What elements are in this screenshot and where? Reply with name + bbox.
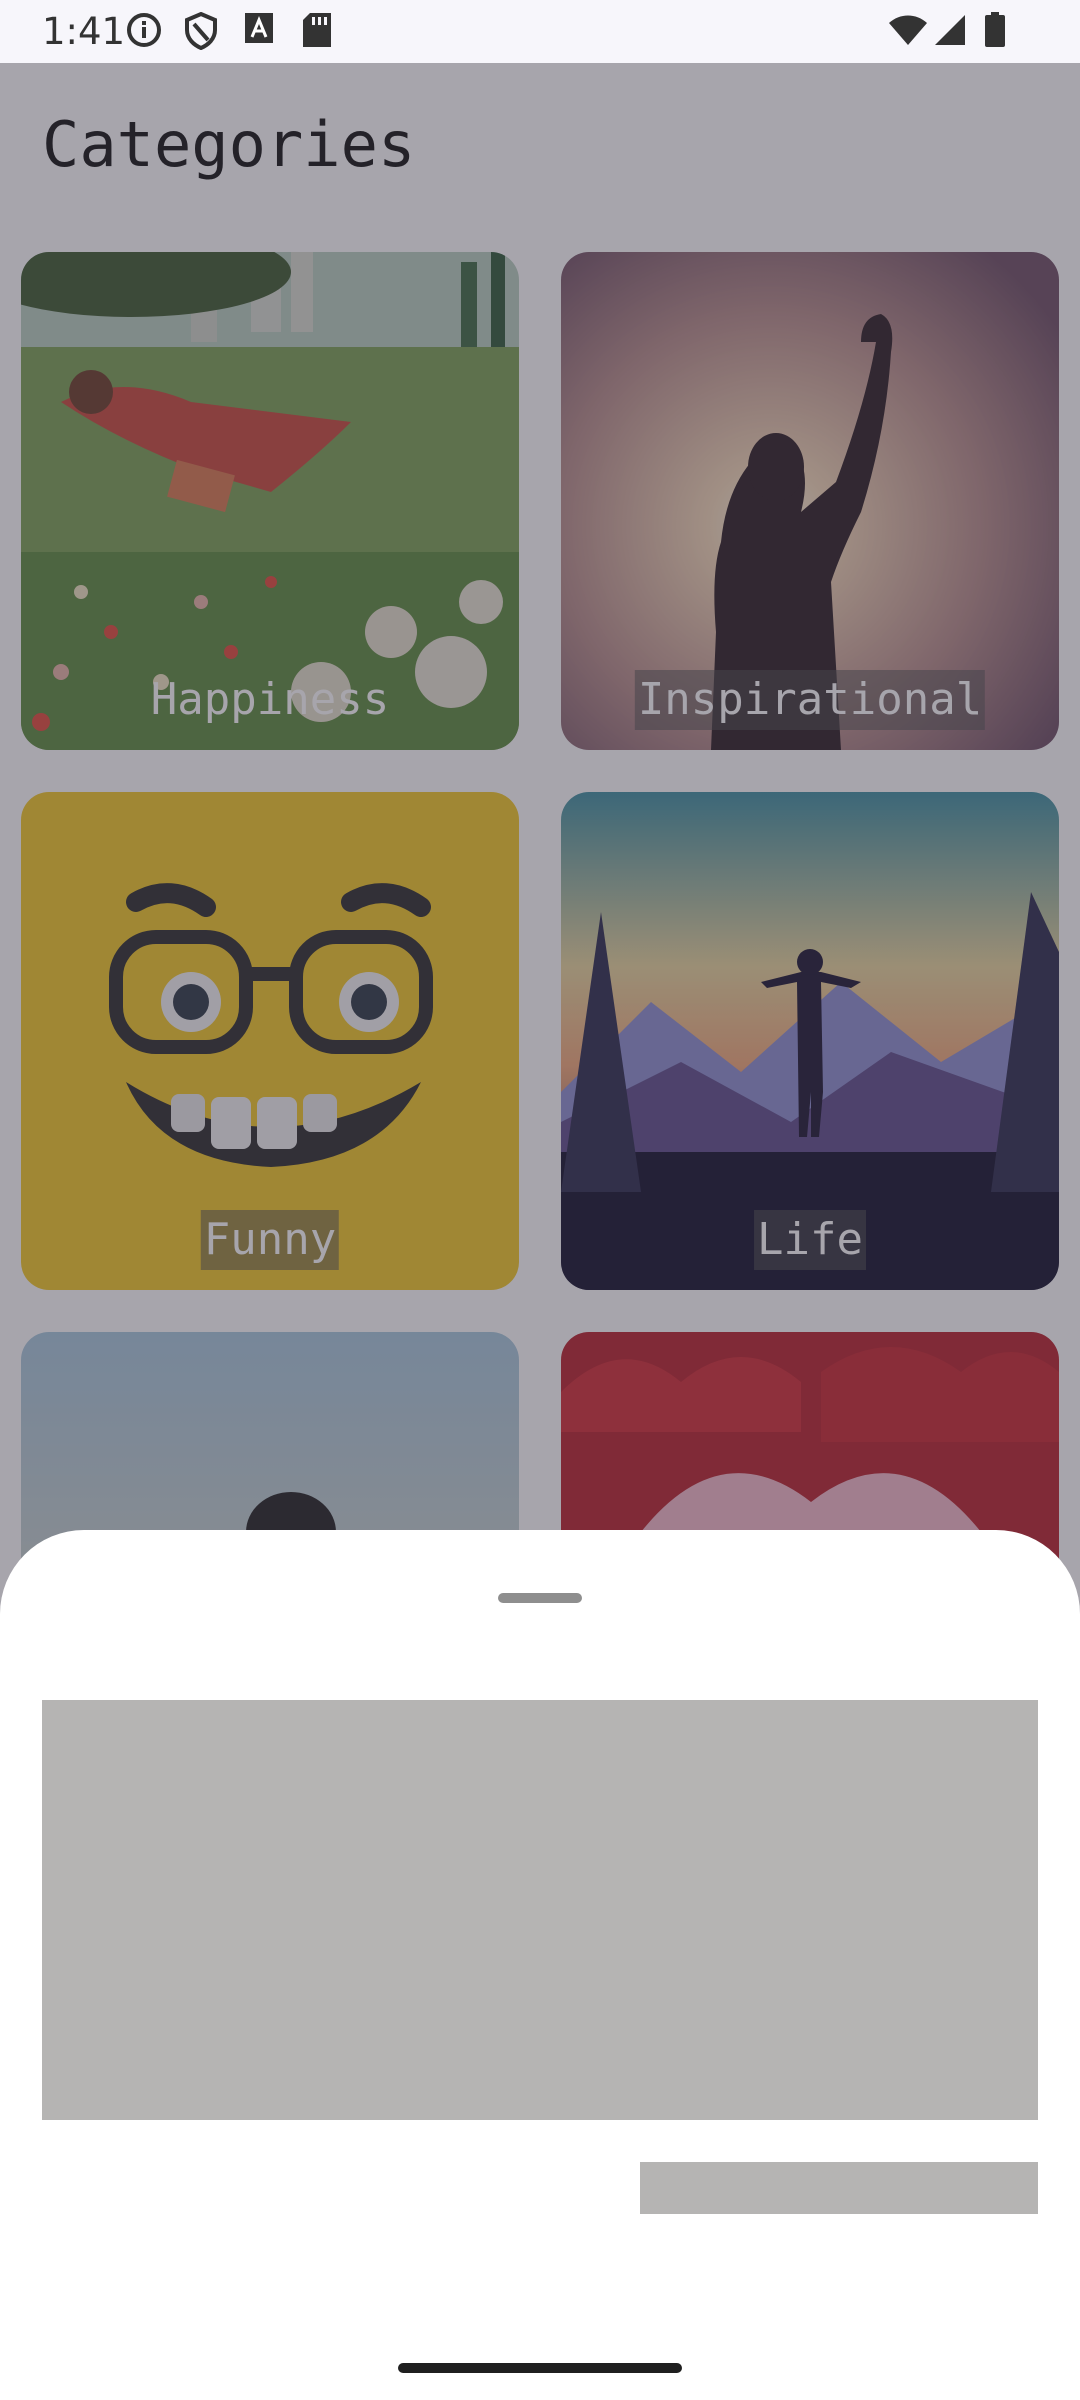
battery-icon [985,12,1005,47]
loading-placeholder-media [42,1700,1038,2120]
gesture-navigation-bar[interactable] [398,2363,682,2373]
text-a-icon [245,13,273,43]
info-icon [127,13,161,47]
status-bar: 1:41 [0,0,1080,63]
drag-handle[interactable] [498,1593,582,1603]
loading-placeholder-button [640,2162,1038,2214]
signal-icon [935,15,965,45]
shield-icon [185,12,217,50]
bottom-sheet [0,1530,1080,2400]
wifi-icon [889,15,927,45]
status-time: 1:41 [42,10,126,53]
sd-card-icon [303,13,331,47]
